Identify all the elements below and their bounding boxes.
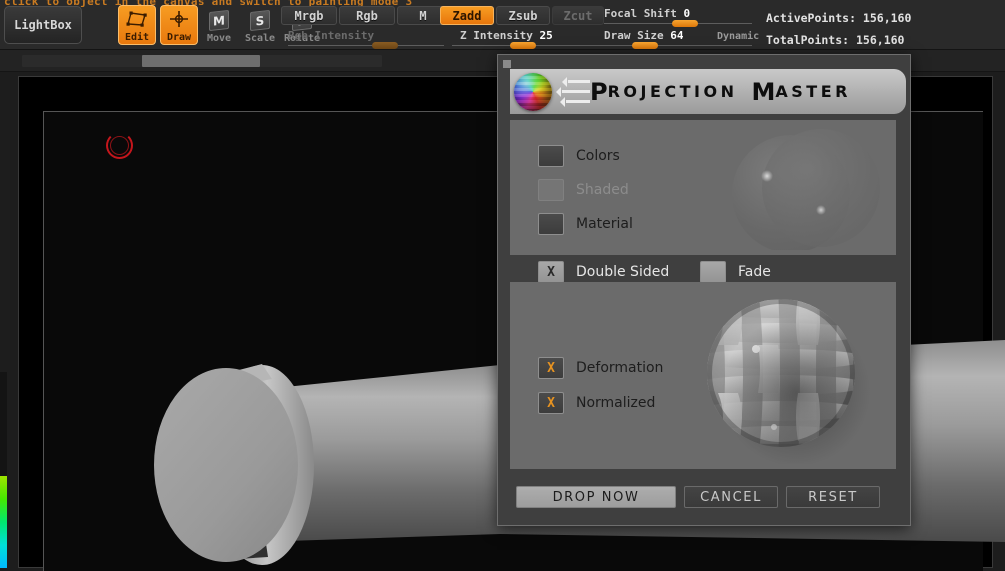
scale-icon-letter: S bbox=[250, 9, 270, 32]
double-sided-option-row[interactable]: X Double Sided bbox=[538, 261, 669, 283]
draw-size-knob[interactable] bbox=[632, 42, 658, 49]
scale-icon: S bbox=[247, 9, 273, 33]
normalized-option-row[interactable]: X Normalized bbox=[538, 392, 655, 414]
zadd-label: Zadd bbox=[452, 8, 482, 23]
deformation-option-row[interactable]: X Deformation bbox=[538, 357, 663, 379]
reset-button[interactable]: RESET bbox=[786, 486, 880, 508]
title-rojection: ROJECTION bbox=[607, 82, 738, 101]
rgb-intensity-track bbox=[288, 45, 444, 46]
fade-checkbox[interactable] bbox=[700, 261, 726, 283]
lightbox-button[interactable]: LightBox bbox=[4, 6, 82, 44]
dialog-title: P ROJECTION M ASTER bbox=[590, 69, 851, 114]
scrollbar-thumb[interactable] bbox=[142, 55, 260, 67]
draw-label: Draw bbox=[166, 32, 192, 43]
total-points-stat: TotalPoints: 156,160 bbox=[766, 33, 905, 47]
z-intensity-label: Z Intensity 25 bbox=[460, 29, 553, 42]
mrgb-label: Mrgb bbox=[294, 8, 324, 23]
double-sided-label: Double Sided bbox=[576, 264, 670, 280]
edit-button[interactable]: Edit bbox=[118, 5, 156, 45]
shaded-label: Shaded bbox=[576, 182, 629, 198]
rgb-button[interactable]: Rgb bbox=[339, 6, 395, 25]
title-aster: ASTER bbox=[775, 82, 851, 101]
double-sided-checkbox[interactable]: X bbox=[538, 261, 564, 283]
scale-label: Scale bbox=[244, 33, 276, 44]
draw-size-label: Draw Size 64 bbox=[604, 29, 684, 42]
colors-option-row[interactable]: Colors bbox=[538, 145, 620, 167]
draw-icon bbox=[166, 8, 192, 32]
focal-shift-knob[interactable] bbox=[672, 20, 698, 27]
scale-button[interactable]: S Scale bbox=[241, 5, 279, 45]
z-intensity-slider[interactable]: Z Intensity 25 bbox=[452, 29, 604, 49]
m-label: M bbox=[419, 8, 427, 23]
normalized-checkbox[interactable]: X bbox=[538, 392, 564, 414]
cancel-label: CANCEL bbox=[700, 489, 762, 505]
zsub-label: Zsub bbox=[508, 8, 538, 23]
edit-label: Edit bbox=[124, 32, 150, 43]
dynamic-toggle[interactable]: Dynamic bbox=[717, 31, 759, 42]
focal-shift-slider[interactable]: Focal Shift 0 bbox=[604, 7, 752, 27]
brush-cursor-inner-icon bbox=[110, 136, 129, 155]
move-icon-letter: M bbox=[209, 9, 229, 32]
colors-checkbox[interactable] bbox=[538, 145, 564, 167]
move-button[interactable]: M Move bbox=[200, 5, 238, 45]
normalized-label: Normalized bbox=[576, 395, 656, 411]
focal-shift-label: Focal Shift 0 bbox=[604, 7, 691, 20]
material-option-row[interactable]: Material bbox=[538, 213, 633, 235]
zsub-button[interactable]: Zsub bbox=[496, 6, 550, 25]
deformation-checkbox[interactable]: X bbox=[538, 357, 564, 379]
cancel-button[interactable]: CANCEL bbox=[684, 486, 778, 508]
title-m: M bbox=[751, 77, 776, 106]
move-label: Move bbox=[206, 33, 232, 44]
rgb-intensity-slider[interactable]: Rgb Intensity bbox=[288, 29, 444, 49]
zcut-label: Zcut bbox=[563, 8, 593, 23]
material-checkbox[interactable] bbox=[538, 213, 564, 235]
projection-master-logo-icon bbox=[514, 73, 552, 111]
colors-label: Colors bbox=[576, 148, 620, 164]
material-label: Material bbox=[576, 216, 633, 232]
draw-button[interactable]: Draw bbox=[160, 5, 198, 45]
zadd-button[interactable]: Zadd bbox=[440, 6, 494, 25]
rgb-intensity-label: Rgb Intensity bbox=[288, 29, 375, 42]
drop-now-label: DROP NOW bbox=[552, 489, 640, 505]
plain-sphere-preview bbox=[708, 125, 893, 250]
projection-master-dialog: P ROJECTION M ASTER Colors Shaded Materi… bbox=[497, 54, 911, 526]
rgb-label: Rgb bbox=[356, 8, 378, 23]
fade-option-row[interactable]: Fade bbox=[700, 261, 771, 283]
lightbox-label: LightBox bbox=[14, 18, 72, 32]
mrgb-button[interactable]: Mrgb bbox=[281, 6, 337, 25]
dialog-title-bar: P ROJECTION M ASTER bbox=[510, 69, 906, 114]
color-strip-dark bbox=[0, 372, 7, 476]
drop-now-button[interactable]: DROP NOW bbox=[516, 486, 676, 508]
draw-size-track bbox=[604, 45, 752, 46]
z-intensity-knob[interactable] bbox=[510, 42, 536, 49]
zbrush-window: click to object in the canvas and switch… bbox=[0, 0, 1005, 571]
shaded-option-row[interactable]: Shaded bbox=[538, 179, 629, 201]
dialog-drag-handle[interactable] bbox=[503, 60, 511, 68]
active-points-stat: ActivePoints: 156,160 bbox=[766, 11, 912, 25]
rgb-intensity-knob[interactable] bbox=[372, 42, 398, 49]
deformation-options-panel: X Deformation X Normalized bbox=[510, 282, 896, 469]
fade-label: Fade bbox=[738, 264, 771, 280]
move-icon: M bbox=[206, 9, 232, 33]
edit-icon bbox=[124, 8, 150, 32]
checkered-sphere-preview bbox=[678, 287, 893, 464]
title-p: P bbox=[590, 77, 608, 106]
reset-label: RESET bbox=[808, 489, 858, 505]
shaded-checkbox[interactable] bbox=[538, 179, 564, 201]
logo-band-overlay bbox=[514, 73, 552, 111]
projection-arrows-icon bbox=[556, 76, 590, 108]
zcut-button[interactable]: Zcut bbox=[552, 6, 604, 25]
color-spectrum-strip[interactable] bbox=[0, 476, 7, 568]
deformation-label: Deformation bbox=[576, 360, 664, 376]
scrollbar-track[interactable] bbox=[22, 55, 382, 67]
display-options-panel: Colors Shaded Material bbox=[510, 120, 896, 255]
top-toolbar: click to object in the canvas and switch… bbox=[0, 0, 1005, 50]
